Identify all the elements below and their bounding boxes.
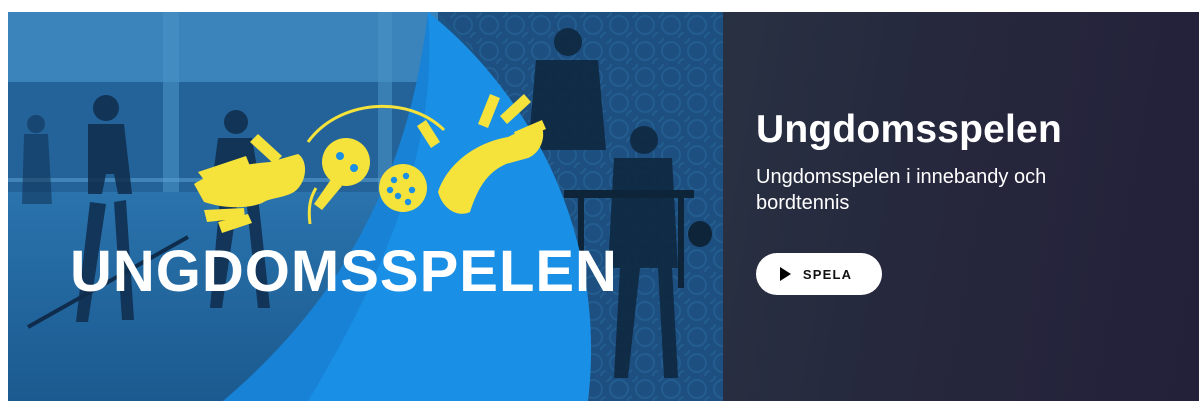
artwork-graphic bbox=[8, 12, 723, 401]
hero-banner[interactable]: UNGDOMSSPELEN Ungdomsspelen Ungdomsspele… bbox=[8, 12, 1199, 401]
hero-info: Ungdomsspelen Ungdomsspelen i innebandy … bbox=[756, 108, 1176, 295]
hero-artwork: UNGDOMSSPELEN bbox=[8, 12, 723, 401]
logo-wordmark: UNGDOMSSPELEN bbox=[70, 239, 618, 304]
show-title: Ungdomsspelen bbox=[756, 108, 1062, 151]
play-button[interactable]: SPELA bbox=[756, 253, 882, 295]
show-subtitle: Ungdomsspelen i innebandy och bordtennis bbox=[756, 166, 1047, 214]
play-button-label: SPELA bbox=[802, 266, 853, 282]
play-icon bbox=[779, 267, 791, 281]
